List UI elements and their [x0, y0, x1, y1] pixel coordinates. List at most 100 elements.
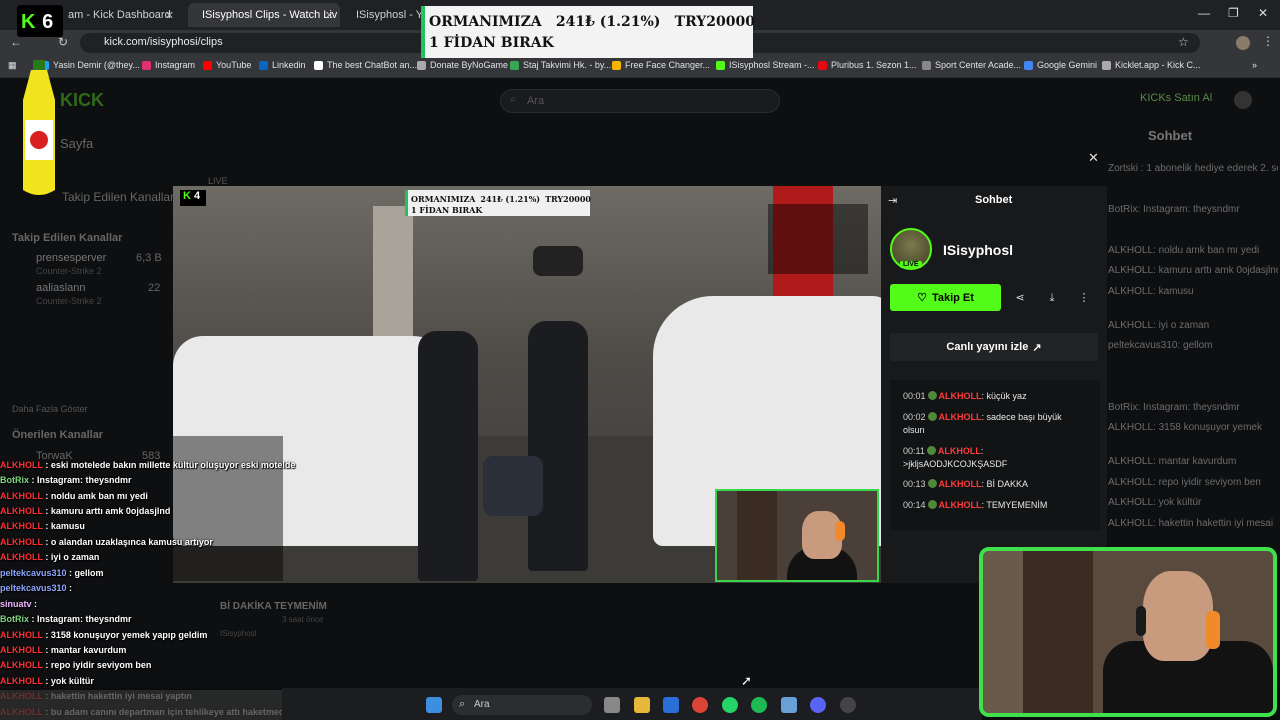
bookmark-11[interactable]: Google Gemini	[1024, 60, 1097, 70]
clip-author[interactable]: ISisyphosl	[220, 629, 256, 638]
overlay-chat-line: ALKHOLL : kamuru arttı amk 0ojdasjlnd	[0, 506, 170, 516]
bookmark-3[interactable]: Linkedin	[259, 60, 306, 70]
download-icon[interactable]: ⤓	[1042, 288, 1062, 308]
bookmark-6[interactable]: Staj Takvimi Hk. - by...	[510, 60, 611, 70]
bookmark-star-icon[interactable]: ☆	[1178, 35, 1189, 49]
background-chat-line: BotRix: Instagram: theysndmr	[1108, 204, 1240, 215]
chatbot-icon	[314, 60, 323, 70]
task-view-icon[interactable]	[604, 697, 620, 713]
chat-separator: :	[42, 630, 51, 640]
chat-username: ALKHOLL	[0, 552, 43, 562]
windows-start-icon[interactable]	[426, 697, 442, 713]
overlay-chat-line: BotRix : Instagram: theysndmr	[0, 475, 132, 485]
user-badge-icon	[927, 500, 937, 509]
channel-username[interactable]: ISisyphosl	[943, 242, 1013, 258]
more-options-icon[interactable]: ⋮	[1074, 288, 1094, 308]
gemini-icon	[1024, 60, 1033, 70]
taskbar-search[interactable]: ⌕ Ara	[452, 695, 592, 715]
chat-message: 00:11 ALKHOLL: >jkljsAODJKCOJKŞASDF	[903, 446, 1008, 469]
maximize-icon[interactable]: ❐	[1228, 6, 1239, 20]
clip-title[interactable]: Bİ DAKİKA TEYMENİM	[220, 601, 327, 612]
show-more-link[interactable]: Daha Fazla Göster	[12, 404, 88, 414]
overlay-chat-bottom	[0, 690, 282, 720]
external-link-icon: ↗	[1032, 341, 1042, 354]
chat-text: 3158 konuşuyor yemek yapıp geldim	[50, 630, 208, 640]
sidebar-channel[interactable]: prensesperver	[36, 252, 106, 264]
bookmark-10[interactable]: Sport Center Acade...	[922, 60, 1021, 70]
bookmark-2[interactable]: YouTube	[203, 60, 251, 70]
channel-game: Counter-Strike 2	[36, 296, 102, 306]
user-avatar[interactable]	[1234, 91, 1252, 109]
officer	[528, 321, 588, 571]
bookmark-8[interactable]: ISisyphosl Stream -...	[716, 60, 815, 70]
bookmark-12[interactable]: Kicklet.app - Kick C...	[1102, 60, 1201, 70]
spotify-icon[interactable]	[751, 697, 767, 713]
user-badge-icon	[926, 446, 936, 455]
chat-username: ALKHOLL	[0, 645, 43, 655]
background-chat-line: ALKHOLL: noldu amk ban mı yedi	[1108, 245, 1260, 256]
search-input[interactable]: ⌕ Ara	[500, 89, 780, 113]
ingame-chat-overlay	[173, 436, 283, 581]
chat-separator: :	[66, 568, 75, 578]
donation-banner: ORMANIMIZA 241₺ (1.21%) TRY20000 1 FİDAN B…	[421, 6, 755, 58]
youtube-icon	[203, 60, 212, 70]
sidebar-home[interactable]: Sayfa	[60, 136, 93, 151]
whatsapp-icon[interactable]	[722, 697, 738, 713]
close-icon[interactable]: ✕	[165, 9, 174, 22]
bookmark-1[interactable]: Instagram	[142, 60, 195, 70]
app-icon[interactable]	[781, 697, 797, 713]
follow-button[interactable]: ♡ Takip Et	[890, 284, 1001, 311]
menu-icon[interactable]: ⋮	[1262, 34, 1274, 48]
linkedin-icon	[259, 60, 268, 70]
chat-separator: :	[42, 660, 51, 670]
share-icon[interactable]: ⋖	[1010, 288, 1030, 308]
chat-username: ALKHOLL	[0, 506, 43, 516]
chat-text: kamuru arttı amk 0ojdasjlnd	[50, 506, 171, 516]
user-badge-icon	[927, 391, 937, 400]
door	[983, 551, 1023, 713]
obs-icon[interactable]	[840, 697, 856, 713]
chat-separator: :	[29, 475, 37, 485]
profile-avatar[interactable]	[1236, 36, 1250, 50]
face-changer-icon	[612, 60, 621, 70]
netflix-icon	[818, 60, 827, 70]
discord-icon[interactable]	[810, 697, 826, 713]
tab-youtube[interactable]: ISisyphosl - You	[342, 3, 422, 27]
reload-icon[interactable]: ↻	[58, 35, 68, 49]
close-modal-icon[interactable]: ✕	[1088, 150, 1099, 166]
store-icon[interactable]	[663, 697, 679, 713]
collapse-chat-icon[interactable]: ⇥	[888, 194, 897, 207]
bookmark-4[interactable]: The best ChatBot an...	[314, 60, 417, 70]
background-chat-line: ALKHOLL: yok kültür	[1108, 497, 1202, 508]
window-close-icon[interactable]: ✕	[1258, 6, 1268, 20]
chat-text: o alandan uzaklaşınca kamusu artıyor	[50, 537, 213, 547]
tab-clips[interactable]: ISisyphosl Clips - Watch Liv ✕	[188, 3, 340, 27]
chat-separator: :	[31, 599, 38, 609]
sidebar-channel[interactable]: aaliaslann	[36, 282, 86, 294]
minimize-icon[interactable]: —	[1198, 6, 1210, 20]
background-chat-line: ALKHOLL: kamusu	[1108, 286, 1194, 297]
watch-live-button[interactable]: Canlı yayını izle ↗	[890, 333, 1098, 361]
chat-text: iyi o zaman	[50, 552, 100, 562]
sidebar-followed[interactable]: Takip Edilen Kanallar	[62, 190, 174, 204]
chrome-icon[interactable]	[692, 697, 708, 713]
bookmark-7[interactable]: Free Face Changer...	[612, 60, 710, 70]
overlay-chat-line: ALKHOLL : yok kültür	[0, 676, 94, 686]
file-explorer-icon[interactable]	[634, 697, 650, 713]
video-webcam	[715, 489, 879, 582]
overlay-chat-line: ALKHOLL : o alandan uzaklaşınca kamusu a…	[0, 537, 213, 547]
chat-username: peltekcavus310	[0, 568, 67, 578]
search-icon: ⌕	[459, 698, 466, 710]
tab-kick-dashboard[interactable]: am - Kick Dashboard ✕	[48, 3, 180, 27]
streamer-face	[1143, 571, 1213, 661]
bottle-icon	[23, 60, 55, 195]
back-icon[interactable]: ←	[10, 35, 22, 49]
bookmark-9[interactable]: Pluribus 1. Sezon 1...	[818, 60, 917, 70]
instagram-icon	[142, 60, 151, 70]
buy-kicks-button[interactable]: KICKs Satın Al	[1140, 92, 1212, 104]
chat-username: ALKHOLL	[0, 660, 43, 670]
close-icon[interactable]: ✕	[325, 9, 334, 22]
more-bookmarks-icon[interactable]: »	[1252, 60, 1257, 70]
chat-separator: :	[29, 614, 37, 624]
bookmark-5[interactable]: Donate ByNoGame	[417, 60, 508, 70]
